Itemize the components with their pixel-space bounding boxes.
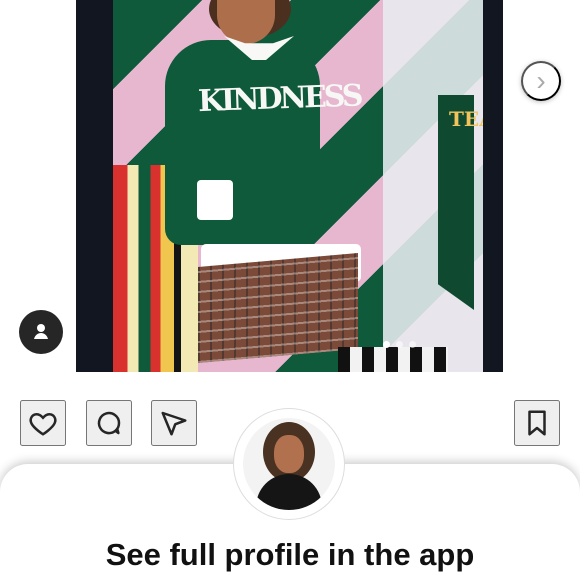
comment-button[interactable] [86,400,132,446]
save-button[interactable] [514,400,560,446]
carousel-dot [409,341,416,348]
send-icon [161,411,187,436]
bookmark-icon [528,410,546,436]
profile-photo [243,418,335,510]
post-image[interactable]: TEAM KINDNESS [113,0,483,372]
user-icon [34,324,48,339]
comment-icon [97,411,121,435]
carousel-indicator [383,341,416,348]
chevron-right-icon: › [536,65,546,96]
profile-black-top [256,474,322,510]
carousel-dot [383,341,390,348]
pennant-text: TEAM [449,108,483,130]
carousel-dot [396,341,403,348]
profile-face [274,435,304,473]
tagged-user-button[interactable] [19,310,63,354]
green-sweatshirt [165,40,320,245]
white-cuff [197,180,233,220]
next-image-button[interactable]: › [521,61,561,101]
plaid-skirt [198,253,358,363]
shirt-print-text: KINDNESS [197,78,362,120]
chessboard [338,347,448,372]
share-button[interactable] [151,400,197,446]
heart-icon [29,412,57,436]
like-button[interactable] [20,400,66,446]
see-profile-heading: See full profile in the app [105,537,475,572]
profile-picture[interactable] [234,409,344,519]
